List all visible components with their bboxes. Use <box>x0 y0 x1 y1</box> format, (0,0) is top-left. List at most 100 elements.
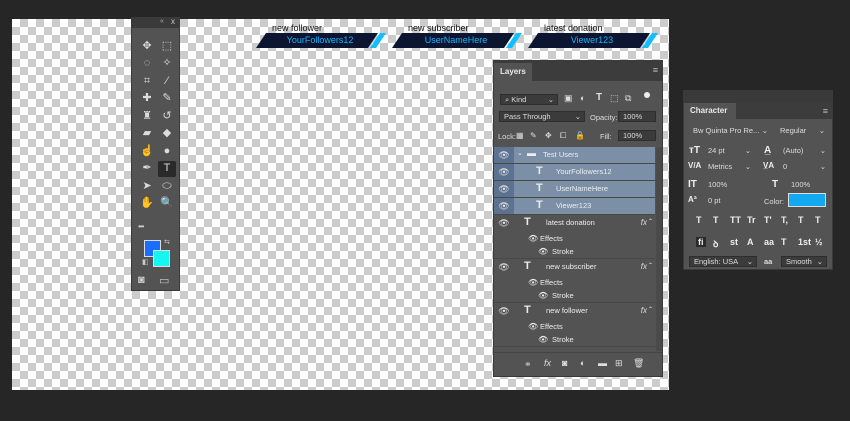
move-tool-icon[interactable]: ✥ <box>138 38 156 54</box>
shape-tool-icon[interactable]: ⬭ <box>158 178 176 194</box>
panel-menu-icon[interactable]: ≡ <box>823 106 828 116</box>
horizontal-scale-field[interactable]: 100% <box>787 180 829 191</box>
collapse-effects-icon[interactable]: ⌃ <box>648 262 653 269</box>
opentype-button[interactable]: ½ <box>815 237 823 247</box>
delete-layer-icon[interactable]: 🗑 <box>633 358 644 369</box>
font-style-dropdown[interactable]: Regular ⌄ <box>776 126 828 137</box>
baseline-shift-field[interactable]: 0 pt <box>704 196 754 207</box>
text-style-button[interactable]: T <box>696 215 702 225</box>
stroke-eye-icon[interactable]: 👁 <box>538 247 548 256</box>
layer-row-group[interactable]: 👁 ⌄ ▬ Test Users <box>494 147 655 164</box>
opentype-button[interactable]: ꝺ <box>713 237 718 250</box>
eyedropper-tool-icon[interactable]: ⁄ <box>158 73 176 89</box>
visibility-eye-icon[interactable]: 👁 <box>494 181 514 197</box>
layer-row-text[interactable]: 👁 T latest donation fx ⌃ 👁 Effects 👁 Str… <box>494 215 655 259</box>
dodge-tool-icon[interactable]: ● <box>158 143 176 159</box>
fx-icon[interactable]: fx <box>641 262 647 271</box>
layers-scrollbar[interactable] <box>656 147 662 351</box>
disclosure-chevron-icon[interactable]: ⌄ <box>517 149 523 157</box>
tab-layers[interactable]: Layers <box>494 63 532 81</box>
vertical-scale-field[interactable]: 100% <box>704 180 754 191</box>
layer-row-text[interactable]: 👁 T new subscriber fx ⌃ 👁 Effects 👁 Stro… <box>494 259 655 303</box>
lock-artboard-icon[interactable]: ⧠ <box>560 131 566 141</box>
effects-eye-icon[interactable]: 👁 <box>528 278 538 287</box>
quick-mask-icon[interactable]: ◙ <box>138 274 145 286</box>
lock-position-icon[interactable]: ✥ <box>545 131 552 140</box>
leading-dropdown[interactable]: (Auto) ⌄ <box>779 146 829 157</box>
opentype-button[interactable]: aa <box>764 237 774 247</box>
text-style-button[interactable]: Tr <box>747 215 756 225</box>
marquee-tool-icon[interactable]: ⬚ <box>158 38 176 54</box>
filter-smart-object-icon[interactable]: ⧉ <box>625 93 631 104</box>
fx-icon[interactable]: fx <box>641 218 647 227</box>
tab-character[interactable]: Character <box>684 103 736 119</box>
add-mask-icon[interactable]: ◙ <box>562 358 567 368</box>
text-style-button[interactable]: T <box>713 215 719 225</box>
type-tool-icon[interactable]: T <box>158 160 176 177</box>
collapse-icon[interactable]: « <box>160 18 164 25</box>
close-icon[interactable]: x <box>171 17 175 26</box>
paint-bucket-tool-icon[interactable]: ◆ <box>158 126 176 142</box>
text-style-button[interactable]: T <box>798 215 804 225</box>
eraser-tool-icon[interactable]: ▰ <box>138 126 156 142</box>
opentype-button[interactable]: A <box>747 237 754 247</box>
new-layer-icon[interactable]: ⊞ <box>615 358 623 369</box>
smudge-tool-icon[interactable]: ☝ <box>138 143 156 159</box>
more-tools-icon[interactable]: ••• <box>138 222 144 231</box>
zoom-tool-icon[interactable]: 🔍 <box>158 196 176 212</box>
blend-mode-dropdown[interactable]: Pass Through ⌄ <box>499 111 585 122</box>
history-brush-tool-icon[interactable]: ↺ <box>158 108 176 124</box>
text-style-button[interactable]: T, <box>781 215 788 225</box>
link-layers-icon[interactable]: ⚭ <box>524 359 532 370</box>
lock-pixels-icon[interactable]: ✎ <box>530 131 537 140</box>
default-colors-icon[interactable]: ◧ <box>142 258 149 266</box>
stroke-eye-icon[interactable]: 👁 <box>538 335 548 344</box>
fx-icon[interactable]: fx <box>641 306 647 315</box>
layer-row-text[interactable]: 👁 T new follower fx ⌃ 👁 Effects 👁 Stroke <box>494 303 655 347</box>
visibility-eye-icon[interactable]: 👁 <box>494 164 514 180</box>
text-style-button[interactable]: T <box>815 215 821 225</box>
magic-wand-tool-icon[interactable]: ✧ <box>158 56 176 72</box>
filter-pixel-icon[interactable]: ▣ <box>564 93 573 104</box>
collapse-effects-icon[interactable]: ⌃ <box>648 218 653 225</box>
font-size-dropdown[interactable]: 24 pt ⌄ <box>704 146 754 157</box>
visibility-eye-icon[interactable]: 👁 <box>494 303 514 320</box>
swap-colors-icon[interactable]: ⇆ <box>164 238 170 246</box>
tracking-dropdown[interactable]: 0 ⌄ <box>779 162 829 173</box>
lasso-tool-icon[interactable]: ◌ <box>138 56 156 72</box>
hand-tool-icon[interactable]: ✋ <box>138 196 156 212</box>
effects-eye-icon[interactable]: 👁 <box>528 322 538 331</box>
tools-panel-header[interactable]: « x <box>132 17 179 28</box>
language-dropdown[interactable]: English: USA ⌄ <box>689 256 757 267</box>
new-adjustment-layer-icon[interactable]: ◐ <box>580 358 585 368</box>
filter-toggle-icon[interactable] <box>644 92 650 98</box>
text-color-swatch[interactable] <box>788 193 826 207</box>
antialias-dropdown[interactable]: Smooth ⌄ <box>781 256 827 267</box>
kerning-dropdown[interactable]: Metrics ⌄ <box>704 162 754 173</box>
opentype-button[interactable]: fi <box>696 237 706 247</box>
layer-filter-dropdown[interactable]: ⌕ Kind ⌄ <box>500 94 558 105</box>
opentype-button[interactable]: T <box>781 237 787 247</box>
healing-brush-tool-icon[interactable]: ✚ <box>138 91 156 107</box>
text-style-button[interactable]: T' <box>764 215 772 225</box>
visibility-eye-icon[interactable]: 👁 <box>494 215 514 232</box>
layer-row-text[interactable]: 👁 T YourFollowers12 <box>494 164 655 181</box>
lock-transparent-icon[interactable]: ▦ <box>516 131 524 140</box>
brush-tool-icon[interactable]: ✎ <box>158 91 176 107</box>
filter-type-icon[interactable]: T <box>596 92 602 103</box>
effects-eye-icon[interactable]: 👁 <box>528 234 538 243</box>
visibility-eye-icon[interactable]: 👁 <box>494 259 514 276</box>
new-group-icon[interactable]: ▬ <box>598 358 607 368</box>
collapse-effects-icon[interactable]: ⌃ <box>648 306 653 313</box>
character-panel-header[interactable] <box>684 91 832 103</box>
visibility-eye-icon[interactable]: 👁 <box>494 147 514 163</box>
filter-adjustment-icon[interactable]: ◐ <box>580 93 585 103</box>
crop-tool-icon[interactable]: ⌗ <box>138 73 156 89</box>
opentype-button[interactable]: st <box>730 237 738 247</box>
visibility-eye-icon[interactable]: 👁 <box>494 198 514 214</box>
pen-tool-icon[interactable]: ✒ <box>138 161 156 177</box>
opentype-button[interactable]: 1st <box>798 237 811 247</box>
text-style-button[interactable]: TT <box>730 215 741 225</box>
path-selection-tool-icon[interactable]: ➤ <box>138 178 156 194</box>
opacity-field[interactable]: 100% <box>618 111 656 122</box>
